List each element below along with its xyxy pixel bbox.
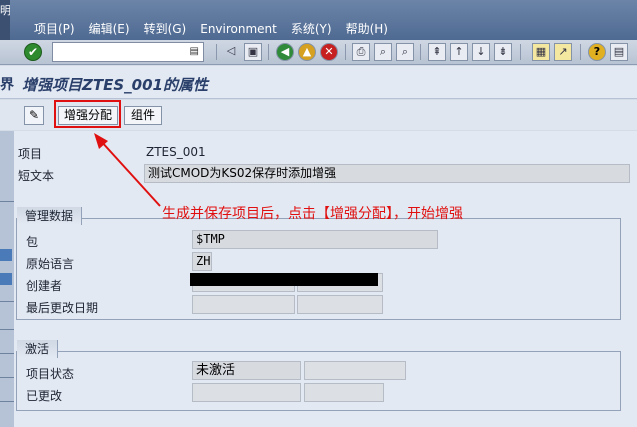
display-change-pencil-icon[interactable]: ✎ xyxy=(24,106,44,125)
save-icon[interactable]: ▣ xyxy=(244,43,262,61)
menu-project[interactable]: 项目(P) xyxy=(18,20,82,38)
short-text-label: 短文本 xyxy=(18,169,55,183)
strip-marker xyxy=(0,273,12,285)
project-status-extra-field[interactable] xyxy=(304,361,406,380)
short-text-field[interactable]: 测试CMOD为KS02保存时添加增强 xyxy=(144,164,630,183)
package-label: 包 xyxy=(26,235,39,249)
changed-date-field[interactable] xyxy=(304,383,384,402)
standard-toolbar: ✔ ▤ ◁ ▣ ◀ ▲ ✕ ⎙ ⌕ ⌕ ⇞ ↑ ↓ ⇟ ▦ ↗ ? ▤ xyxy=(0,40,637,65)
activation-title: 激活 xyxy=(17,340,59,358)
admin-data-title: 管理数据 xyxy=(17,207,83,225)
next-page-icon[interactable]: ↓ xyxy=(472,43,490,61)
strip-line xyxy=(0,329,14,330)
layout-menu-icon[interactable]: ▤ xyxy=(610,43,628,61)
toolbar-separator xyxy=(216,44,217,60)
menu-goto[interactable]: 转到(G) xyxy=(137,20,194,38)
find-next-icon[interactable]: ⌕ xyxy=(396,43,414,61)
last-page-icon[interactable]: ⇟ xyxy=(494,43,512,61)
toolbar-separator xyxy=(420,44,421,60)
window-edge-text: 明 xyxy=(0,4,10,17)
project-status-label: 项目状态 xyxy=(26,367,75,381)
window-edge: 明 xyxy=(0,0,10,40)
strip-line xyxy=(0,353,14,354)
first-page-icon[interactable]: ⇞ xyxy=(428,43,446,61)
help-icon[interactable]: ? xyxy=(588,43,606,61)
highlight-box xyxy=(54,100,121,128)
page-title: 增强项目ZTES_001的属性 xyxy=(22,76,208,94)
left-navigation-strip xyxy=(0,131,14,427)
shortcut-icon[interactable]: ↗ xyxy=(554,43,572,61)
changed-label: 已更改 xyxy=(26,389,63,403)
creator-label: 创建者 xyxy=(26,279,63,293)
find-icon[interactable]: ⌕ xyxy=(374,43,392,61)
command-field[interactable]: ▤ xyxy=(52,42,204,62)
last-changed-date-field[interactable] xyxy=(297,295,383,314)
project-label: 项目 xyxy=(18,147,43,161)
cancel-icon[interactable]: ✕ xyxy=(320,43,338,61)
menu-system[interactable]: 系统(Y) xyxy=(284,20,339,38)
project-status-field[interactable]: 未激活 xyxy=(192,361,301,380)
last-changed-by-field[interactable] xyxy=(192,295,295,314)
title-bar: 界 增强项目ZTES_001的属性 xyxy=(0,66,637,99)
toolbar-separator xyxy=(345,44,346,60)
language-field[interactable]: ZH xyxy=(192,252,212,271)
redaction-bar xyxy=(190,273,378,286)
enter-check-icon[interactable]: ✔ xyxy=(24,43,42,61)
strip-line xyxy=(0,201,14,202)
changed-by-field[interactable] xyxy=(192,383,301,402)
strip-line xyxy=(0,377,14,378)
back-icon[interactable]: ◀ xyxy=(276,43,294,61)
previous-page-icon[interactable]: ↑ xyxy=(450,43,468,61)
toolbar-separator xyxy=(580,44,581,60)
print-icon[interactable]: ⎙ xyxy=(352,43,370,61)
project-value: ZTES_001 xyxy=(146,145,206,159)
components-button[interactable]: 组件 xyxy=(124,106,162,125)
toolbar-separator xyxy=(268,44,269,60)
exit-icon[interactable]: ▲ xyxy=(298,43,316,61)
activation-group xyxy=(16,351,621,411)
collapse-arrow-icon[interactable]: ◁ xyxy=(222,43,240,61)
language-label: 原始语言 xyxy=(26,257,75,271)
strip-line xyxy=(0,301,14,302)
menu-list: 项目(P) 编辑(E) 转到(G) Environment 系统(Y) 帮助(H… xyxy=(18,20,395,38)
strip-marker xyxy=(0,249,12,261)
command-history-icon[interactable]: ▤ xyxy=(190,46,199,57)
menu-help[interactable]: 帮助(H) xyxy=(339,20,395,38)
toolbar-separator xyxy=(520,44,521,60)
strip-line xyxy=(0,401,14,402)
annotation-text: 生成并保存项目后，点击【增强分配】，开始增强 xyxy=(162,206,463,222)
menu-bar: 明 项目(P) 编辑(E) 转到(G) Environment 系统(Y) 帮助… xyxy=(0,0,637,40)
new-session-icon[interactable]: ▦ xyxy=(532,43,550,61)
menu-environment[interactable]: Environment xyxy=(193,20,284,38)
menu-edit[interactable]: 编辑(E) xyxy=(82,20,137,38)
last-changed-label: 最后更改日期 xyxy=(26,301,99,315)
title-edge-char: 界 xyxy=(0,77,14,93)
package-field[interactable]: $TMP xyxy=(192,230,438,249)
